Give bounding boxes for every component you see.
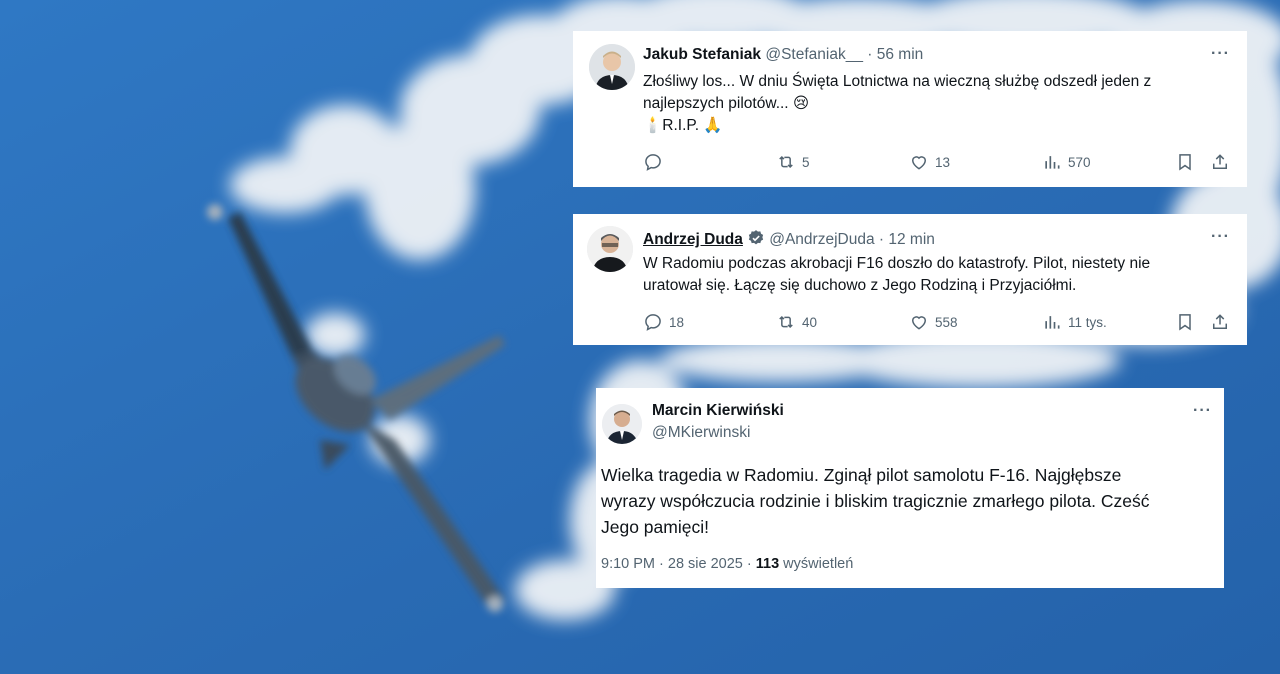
person-avatar-icon	[589, 44, 635, 90]
tweet-card-jakub-stefaniak[interactable]: Jakub Stefaniak @Stefaniak__ · 56 min ··…	[573, 31, 1247, 187]
verified-badge-icon	[748, 230, 764, 245]
tweet-text-line: 🕯️R.I.P. 🙏	[643, 117, 723, 134]
reply-count: 18	[669, 314, 685, 330]
tweet-text-line: W Radomiu podczas akrobacji F16 doszło d…	[643, 255, 1151, 272]
share-icon	[1213, 314, 1227, 329]
heart-icon	[911, 156, 927, 170]
tweet-text-line: najlepszych pilotów... 😢	[643, 95, 810, 112]
views-button[interactable]: 11 tys.	[1042, 312, 1107, 332]
author-name[interactable]: Andrzej Duda	[643, 231, 743, 248]
views-label: wyświetleń	[779, 556, 854, 572]
views-chart-icon	[1045, 316, 1060, 329]
retweet-count: 5	[802, 154, 810, 170]
reply-icon	[645, 314, 661, 331]
share-icon	[1213, 154, 1227, 169]
share-button[interactable]	[1210, 152, 1230, 172]
tweet-text-line: wyrazy współczucia rodzinie i bliskim tr…	[601, 491, 1150, 511]
retweet-icon	[779, 155, 793, 169]
tweet-card-andrzej-duda[interactable]: Andrzej Duda @AndrzejDuda · 12 min ··· W…	[573, 214, 1247, 345]
reply-button[interactable]: 18	[643, 312, 684, 332]
bookmark-button[interactable]	[1175, 152, 1195, 172]
bookmark-button[interactable]	[1175, 312, 1195, 332]
tweet-text-line: Wielka tragedia w Radomiu. Zginął pilot …	[601, 465, 1122, 485]
reply-button[interactable]	[643, 152, 669, 172]
author-handle[interactable]: @AndrzejDuda	[769, 231, 874, 248]
retweet-count: 40	[802, 314, 818, 330]
retweet-button[interactable]: 40	[776, 312, 817, 332]
avatar[interactable]	[589, 44, 635, 90]
author-name[interactable]: Jakub Stefaniak	[643, 46, 761, 63]
bookmark-icon	[1179, 314, 1191, 331]
tweet-text-line: uratował się. Łączę się duchowo z Jego R…	[643, 277, 1077, 294]
like-count: 558	[935, 314, 958, 330]
bookmark-icon	[1179, 154, 1191, 171]
author-handle[interactable]: @Stefaniak__	[765, 46, 863, 63]
author-handle[interactable]: @MKierwinski	[652, 424, 750, 441]
action-bar: 5 13 570	[643, 152, 1233, 174]
views-button[interactable]: 570	[1042, 152, 1091, 172]
post-time[interactable]: · 12 min	[879, 231, 935, 248]
post-time[interactable]: · 56 min	[867, 46, 923, 63]
person-avatar-icon	[587, 226, 633, 272]
tweet-card-marcin-kierwinski[interactable]: Marcin Kierwiński @MKierwinski ··· Wielk…	[596, 388, 1224, 588]
views-count: 113	[755, 556, 780, 572]
like-count: 13	[935, 154, 951, 170]
tweet-text-line: Jego pamięci!	[601, 517, 709, 537]
retweet-icon	[779, 315, 793, 329]
share-button[interactable]	[1210, 312, 1230, 332]
avatar[interactable]	[587, 226, 633, 272]
heart-icon	[911, 316, 927, 330]
more-options-button[interactable]: ···	[1211, 45, 1230, 63]
views-chart-icon	[1045, 156, 1060, 169]
person-avatar-icon	[602, 404, 642, 444]
views-count: 11 tys.	[1068, 314, 1107, 330]
more-options-button[interactable]: ···	[1211, 228, 1230, 246]
avatar[interactable]	[602, 404, 642, 444]
action-bar: 18 40 558 11 tys.	[643, 312, 1233, 334]
post-timestamp[interactable]: 9:10 PM · 28 sie 2025 ·	[601, 556, 756, 572]
reply-icon	[645, 154, 661, 171]
views-count: 570	[1068, 154, 1091, 170]
tweet-text-line: Złośliwy los... W dniu Święta Lotnictwa …	[643, 73, 1152, 90]
author-name[interactable]: Marcin Kierwiński	[652, 402, 784, 419]
more-options-button[interactable]: ···	[1193, 402, 1212, 420]
like-button[interactable]: 13	[909, 152, 950, 172]
like-button[interactable]: 558	[909, 312, 958, 332]
retweet-button[interactable]: 5	[776, 152, 810, 172]
